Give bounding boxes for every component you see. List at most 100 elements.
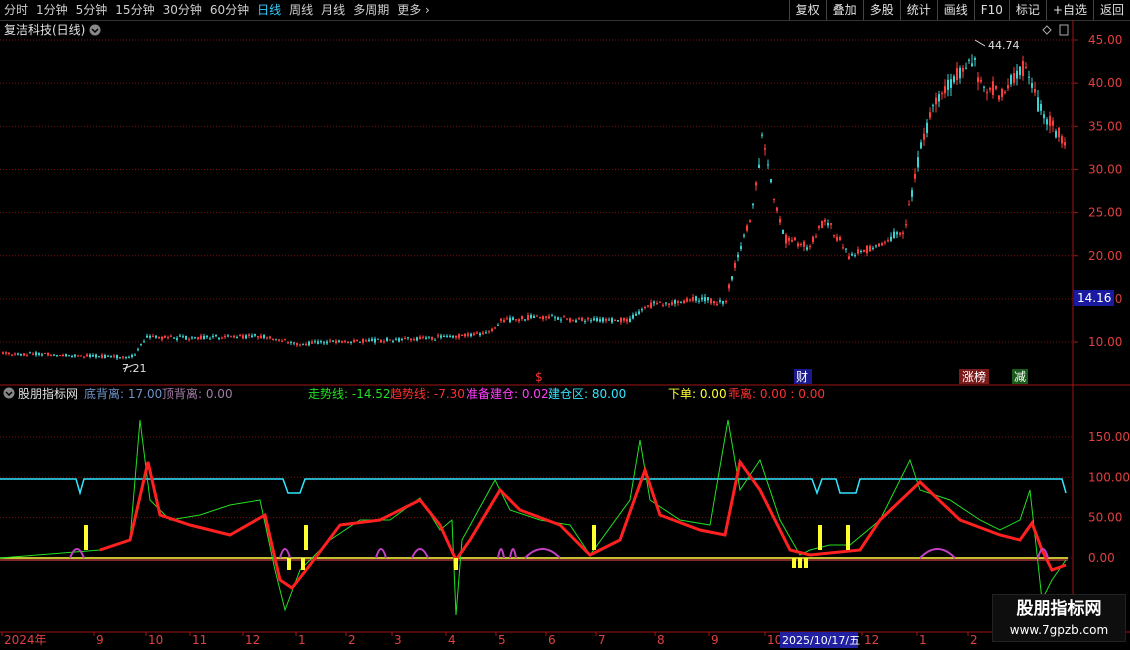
toolbar-button-3[interactable]: 统计 xyxy=(899,0,937,20)
candle-body xyxy=(758,164,760,168)
candle-body xyxy=(725,300,727,303)
candle-body xyxy=(230,336,232,338)
candle-body xyxy=(8,352,10,354)
price-tick-label: 20.00 xyxy=(1088,249,1122,263)
event-marker-dollar[interactable]: $ xyxy=(535,370,543,384)
candle-body xyxy=(251,335,253,338)
high-price-label: 44.74 xyxy=(988,39,1020,52)
candle-body xyxy=(50,354,52,356)
candle-body xyxy=(191,337,193,339)
candle-body xyxy=(257,336,259,338)
period-tab-5[interactable]: 60分钟 xyxy=(206,0,253,20)
toolbar-button-8[interactable]: 返回 xyxy=(1092,0,1130,20)
event-marker-reduce[interactable]: 减 xyxy=(1014,370,1026,384)
time-tick-label: 9 xyxy=(711,633,719,647)
candle-body xyxy=(611,318,613,323)
candle-body xyxy=(785,234,787,244)
candle-body xyxy=(518,319,520,322)
event-marker-finance[interactable]: 财 xyxy=(796,370,808,384)
period-tab-0[interactable]: 分时 xyxy=(0,0,32,20)
candle-body xyxy=(434,339,436,341)
candle-body xyxy=(881,243,883,246)
candle-body xyxy=(686,298,688,302)
candle-body xyxy=(17,353,19,355)
period-tab-10[interactable]: 更多 › xyxy=(393,0,434,20)
candle-body xyxy=(86,354,88,357)
candle-body xyxy=(800,243,802,245)
watermark-title: 股朋指标网 xyxy=(1016,599,1102,619)
event-marker-rank[interactable]: 涨榜 xyxy=(962,369,986,384)
candle-body xyxy=(626,319,628,322)
candle-body xyxy=(140,343,142,345)
candle-body xyxy=(197,337,199,340)
candle-body xyxy=(356,340,358,342)
diamond-icon[interactable] xyxy=(1042,25,1052,35)
indicator-dropdown-icon[interactable] xyxy=(3,387,15,399)
candle-body xyxy=(233,335,235,338)
candle-body xyxy=(824,219,826,222)
order-signal-bar xyxy=(798,558,802,568)
toolbar-button-2[interactable]: 多股 xyxy=(862,0,900,20)
kline-chart-area[interactable]: 复洁科技(日线) 45.0040.0035.0030.0025.0020.001… xyxy=(0,20,1130,650)
period-tab-1[interactable]: 1分钟 xyxy=(32,0,72,20)
candle-body xyxy=(521,316,523,320)
candle-body xyxy=(470,333,472,337)
candle-body xyxy=(620,317,622,323)
candle-body xyxy=(464,333,466,337)
toolbar-button-7[interactable]: +自选 xyxy=(1045,0,1093,20)
candle-body xyxy=(26,355,28,357)
toolbar-button-5[interactable]: F10 xyxy=(973,0,1009,20)
candle-body xyxy=(404,337,406,339)
candle-body xyxy=(1001,88,1003,97)
order-signal-bar xyxy=(301,558,305,570)
candle-body xyxy=(668,303,670,305)
candle-body xyxy=(614,319,616,321)
candle-body xyxy=(215,335,217,337)
price-tick-label: 45.00 xyxy=(1088,33,1122,47)
period-tab-6[interactable]: 日线 xyxy=(253,0,285,20)
panel-collapse-icon[interactable] xyxy=(1059,24,1069,36)
candle-body xyxy=(683,300,685,304)
candle-body xyxy=(842,247,844,249)
period-tab-3[interactable]: 15分钟 xyxy=(111,0,158,20)
candle-body xyxy=(125,356,127,358)
candle-body xyxy=(182,336,184,338)
order-signal-bar xyxy=(846,525,850,550)
indicator-legend: 底背离: 17.00 顶背离: 0.00 走势线: -14.52 趋势线: -7.30… xyxy=(84,386,825,401)
candle-body xyxy=(302,343,304,345)
period-tab-9[interactable]: 多周期 xyxy=(349,0,393,20)
candle-body xyxy=(227,335,229,337)
candle-body xyxy=(557,317,559,320)
candle-body xyxy=(368,339,370,342)
title-dropdown-icon[interactable] xyxy=(89,24,101,36)
watermark-url: www.7gpzb.com xyxy=(1009,623,1109,637)
toolbar-button-4[interactable]: 画线 xyxy=(936,0,974,20)
candle-body xyxy=(284,339,286,341)
prep-build-signal xyxy=(69,548,85,559)
candle-body xyxy=(1037,97,1039,112)
candle-body xyxy=(467,333,469,336)
period-tab-7[interactable]: 周线 xyxy=(285,0,317,20)
trend-line xyxy=(99,458,1067,591)
period-tab-4[interactable]: 30分钟 xyxy=(159,0,206,20)
candle-body xyxy=(659,301,661,303)
candle-body xyxy=(341,341,343,343)
period-tab-8[interactable]: 月线 xyxy=(317,0,349,20)
candle-body xyxy=(167,337,169,339)
time-tick-label: 4 xyxy=(448,633,456,647)
period-tab-2[interactable]: 5分钟 xyxy=(72,0,112,20)
candle-body xyxy=(236,337,238,339)
candle-body xyxy=(722,300,724,304)
toolbar-button-0[interactable]: 复权 xyxy=(788,0,826,20)
candle-body xyxy=(194,337,196,339)
build-zone-line xyxy=(0,478,1067,496)
candle-body xyxy=(425,337,427,340)
time-tick-label: 1 xyxy=(919,633,927,647)
candle-body xyxy=(359,341,361,343)
time-tick-label: 11 xyxy=(192,633,207,647)
candle-body xyxy=(377,338,379,340)
toolbar-button-1[interactable]: 叠加 xyxy=(825,0,863,20)
toolbar-button-6[interactable]: 标记 xyxy=(1008,0,1046,20)
candle-body xyxy=(269,336,271,339)
candle-body xyxy=(938,94,940,102)
